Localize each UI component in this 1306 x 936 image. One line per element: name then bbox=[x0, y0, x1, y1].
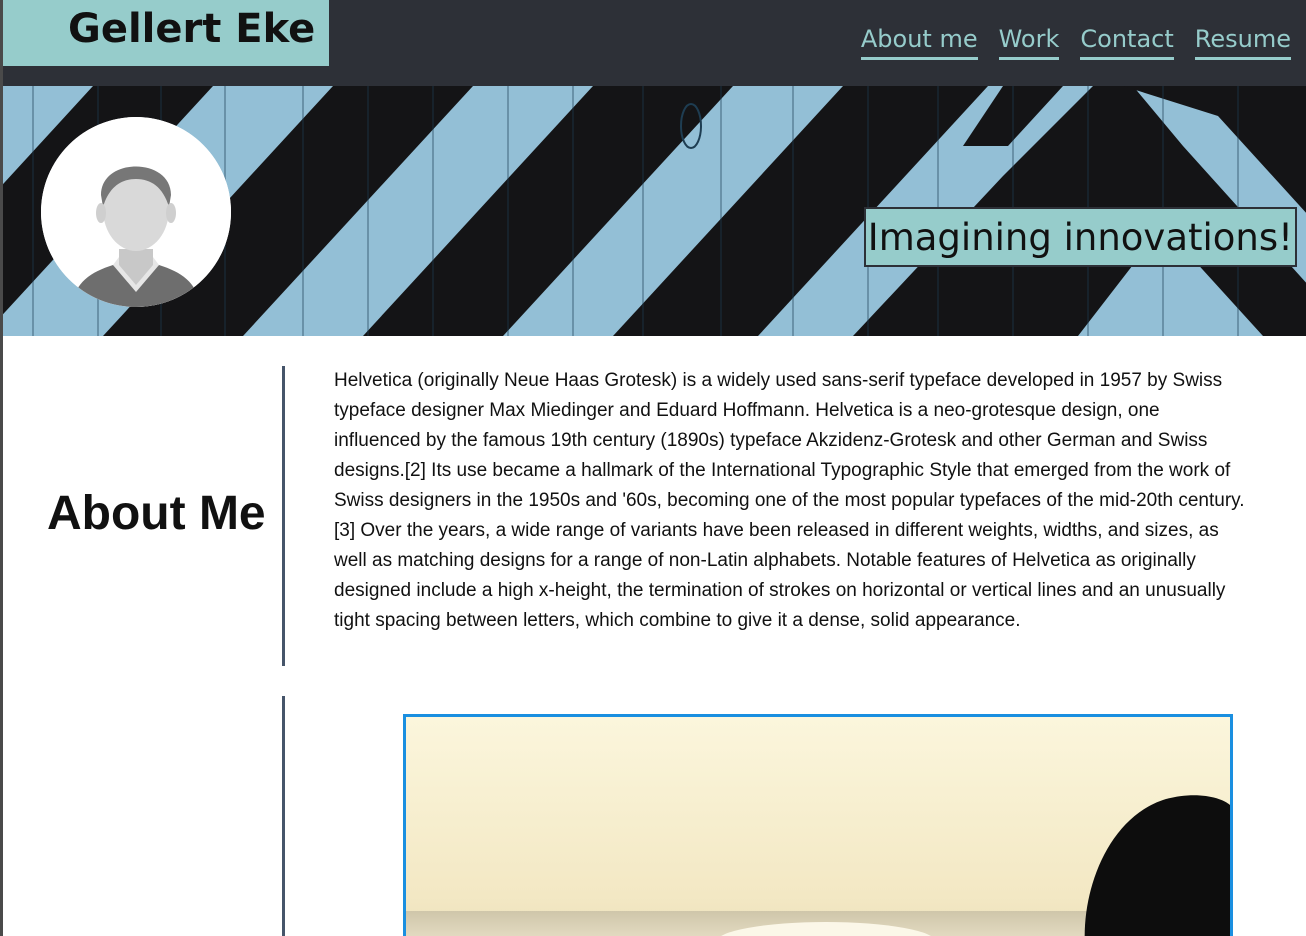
site-header: Gellert Eke About me Work Contact Resume bbox=[3, 0, 1306, 86]
brand-name[interactable]: Gellert Eke bbox=[68, 6, 315, 52]
person-silhouette-icon bbox=[41, 117, 231, 307]
nav-link-resume[interactable]: Resume bbox=[1194, 22, 1291, 60]
nav-link-contact[interactable]: Contact bbox=[1080, 22, 1174, 60]
about-body-text: Helvetica (originally Neue Haas Grotesk)… bbox=[334, 370, 1245, 631]
main-nav: About me Work Contact Resume bbox=[860, 22, 1291, 60]
brand-block[interactable]: Gellert Eke bbox=[3, 0, 329, 66]
hero-banner: Imagining innovations! bbox=[3, 86, 1306, 336]
hero-tagline: Imagining innovations! bbox=[863, 207, 1297, 267]
work-divider bbox=[282, 696, 285, 936]
work-image[interactable] bbox=[403, 714, 1233, 936]
nav-link-about-me[interactable]: About me bbox=[860, 22, 978, 60]
about-heading: About Me bbox=[47, 487, 266, 540]
about-divider bbox=[282, 366, 285, 666]
page: Gellert Eke About me Work Contact Resume bbox=[0, 0, 1306, 936]
nav-link-work[interactable]: Work bbox=[998, 22, 1060, 60]
